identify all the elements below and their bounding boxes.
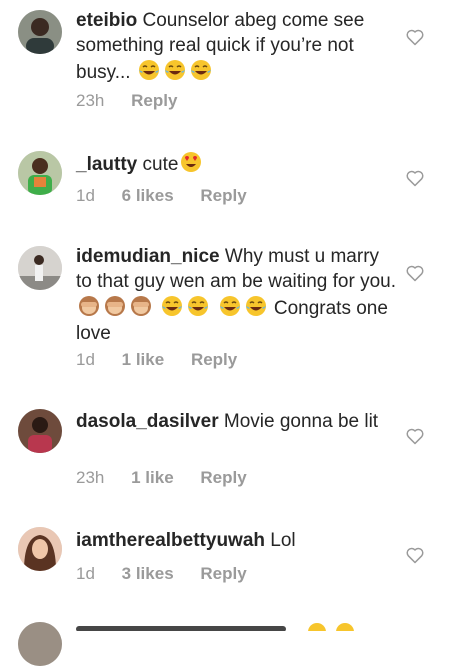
comment-meta: 1d 6 likes Reply: [76, 186, 269, 206]
avatar[interactable]: [18, 409, 62, 453]
comment-meta: 1d 3 likes Reply: [76, 564, 269, 584]
comment-username[interactable]: _lautty: [76, 154, 137, 175]
comment-username[interactable]: dasola_dasilver: [76, 411, 219, 432]
reply-button[interactable]: Reply: [200, 186, 246, 205]
heart-icon[interactable]: [405, 426, 425, 446]
heart-eyes-emoji: [179, 150, 203, 174]
cropped-next-comment: [76, 620, 376, 631]
comment-time: 23h: [76, 91, 105, 110]
avatar[interactable]: [18, 10, 62, 54]
reply-button[interactable]: Reply: [200, 564, 246, 583]
comment-username[interactable]: iamtherealbettyuwah: [76, 530, 265, 551]
heart-icon[interactable]: [405, 168, 425, 188]
heart-icon[interactable]: [405, 263, 425, 283]
likes-count[interactable]: 1 like: [122, 350, 165, 369]
comment-text: iamtherealbettyuwah Lol: [76, 528, 396, 553]
avatar[interactable]: [18, 246, 62, 290]
likes-count[interactable]: 6 likes: [122, 186, 174, 205]
comment-text: eteibio Counselor abeg come see somethin…: [76, 8, 396, 85]
see-no-evil-monkey-emoji: [103, 294, 127, 318]
reply-button[interactable]: Reply: [200, 468, 246, 487]
reply-button[interactable]: Reply: [131, 91, 177, 110]
comment-username[interactable]: idemudian_nice: [76, 246, 220, 267]
tears-of-joy-emoji: [186, 294, 210, 318]
avatar[interactable]: [18, 622, 62, 666]
tears-of-joy-emoji: [218, 294, 242, 318]
heart-icon[interactable]: [405, 545, 425, 565]
comment-text: idemudian_nice Why must u marry to that …: [76, 244, 396, 346]
tears-of-joy-emoji: [189, 58, 213, 82]
comment-body: Movie gonna be lit: [223, 411, 379, 432]
comment-meta: 1d 1 like Reply: [76, 350, 259, 370]
tears-of-joy-emoji: [244, 294, 268, 318]
comment-body: cute: [142, 154, 179, 175]
comment-meta: 23h Reply: [76, 91, 199, 111]
likes-count[interactable]: 1 like: [131, 468, 174, 487]
see-no-evil-monkey-emoji: [129, 294, 153, 318]
comment-meta: 23h 1 like Reply: [76, 468, 269, 488]
comment-body: Lol: [270, 530, 296, 551]
avatar[interactable]: [18, 151, 62, 195]
comment-text: _lautty cute: [76, 150, 396, 177]
comment-time: 23h: [76, 468, 105, 487]
tears-of-joy-emoji: [160, 294, 184, 318]
comment-time: 1d: [76, 186, 95, 205]
tears-of-joy-emoji: [137, 58, 161, 82]
comment-text: dasola_dasilver Movie gonna be lit: [76, 409, 396, 434]
comment-username[interactable]: eteibio: [76, 10, 137, 31]
heart-icon[interactable]: [405, 27, 425, 47]
avatar[interactable]: [18, 527, 62, 571]
reply-button[interactable]: Reply: [191, 350, 237, 369]
comment-time: 1d: [76, 564, 95, 583]
comment-time: 1d: [76, 350, 95, 369]
likes-count[interactable]: 3 likes: [122, 564, 174, 583]
tears-of-joy-emoji: [163, 58, 187, 82]
see-no-evil-monkey-emoji: [77, 294, 101, 318]
